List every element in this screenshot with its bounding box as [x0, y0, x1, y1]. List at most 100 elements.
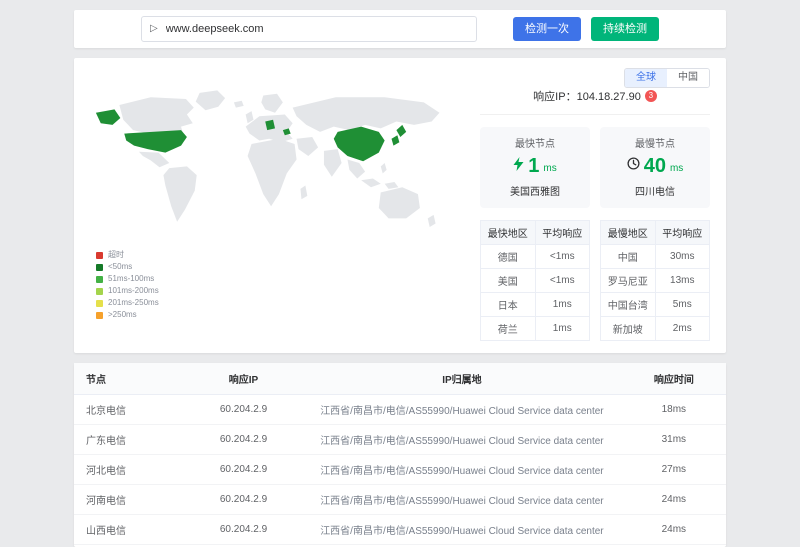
result-body: 超时 <50ms 51ms-100ms 101ms-200ms 201ms-250ms >…	[90, 86, 710, 341]
response-time: 27ms	[622, 455, 726, 485]
mini-table-cell: 30ms	[655, 245, 710, 269]
header-node: 节点	[74, 363, 185, 395]
mini-table-cell: 德国	[481, 245, 536, 269]
legend-swatch	[96, 264, 103, 271]
node-table-header-row: 节点 响应IP IP归属地 响应时间	[74, 363, 726, 395]
response-ip-value: 104.18.27.90	[577, 91, 641, 103]
mini-table-row: 中国台湾5ms	[601, 293, 710, 317]
legend-item: >250ms	[96, 310, 462, 320]
legend: 超时 <50ms 51ms-100ms 101ms-200ms 201ms-250ms >…	[90, 250, 462, 320]
response-ip: 60.204.2.9	[185, 455, 302, 485]
ip-location: 江西省/南昌市/电信/AS55990/Huawei Cloud Service …	[302, 485, 621, 515]
mini-table-row: 美国<1ms	[481, 269, 590, 293]
mini-table-row: 新加坡2ms	[601, 317, 710, 341]
slowest-node-title: 最慢节点	[604, 135, 706, 150]
response-time: 24ms	[622, 485, 726, 515]
node-table-row: 河北电信60.204.2.9江西省/南昌市/电信/AS55990/Huawei …	[74, 455, 726, 485]
node-name: 山西电信	[74, 515, 185, 545]
mini-table-header: 最慢地区	[601, 221, 656, 245]
legend-label: 101ms-200ms	[108, 286, 159, 296]
url-input[interactable]	[164, 22, 468, 36]
ip-location: 江西省/南昌市/电信/AS55990/Huawei Cloud Service …	[302, 455, 621, 485]
mini-table-header: 平均响应	[655, 221, 710, 245]
response-ip: 60.204.2.9	[185, 515, 302, 545]
mini-table-cell: 日本	[481, 293, 536, 317]
continuous-test-button[interactable]: 持续检测	[591, 17, 659, 41]
fastest-ms: 1	[528, 156, 539, 176]
header-ip-location: IP归属地	[302, 363, 621, 395]
mini-table-cell: 中国台湾	[601, 293, 656, 317]
header-response-time: 响应时间	[622, 363, 726, 395]
fastest-regions-table: 最快地区平均响应德国<1ms美国<1ms日本1ms荷兰1ms	[480, 220, 590, 341]
mini-table-row: 罗马尼亚13ms	[601, 269, 710, 293]
ip-count-badge[interactable]: 3	[645, 90, 657, 102]
slowest-unit: ms	[670, 163, 683, 176]
fastest-node-card: 最快节点 1 ms 美国西雅图	[480, 127, 590, 208]
mini-table-header-row: 最快地区平均响应	[481, 221, 590, 245]
clock-icon	[627, 157, 640, 175]
fastest-location: 美国西雅图	[484, 183, 586, 198]
lightning-icon	[513, 157, 524, 176]
mini-table-cell: 5ms	[655, 293, 710, 317]
action-buttons: 检测一次 持续检测	[513, 17, 659, 41]
response-ip-label: 响应IP：	[533, 91, 576, 103]
legend-swatch	[96, 276, 103, 283]
result-card: 全球 中国	[74, 58, 726, 353]
mini-table-cell: 美国	[481, 269, 536, 293]
legend-item: <50ms	[96, 262, 462, 272]
search-bar: ▷ 检测一次 持续检测	[74, 10, 726, 48]
mini-table-cell: 中国	[601, 245, 656, 269]
mini-table-header: 平均响应	[535, 221, 590, 245]
legend-item: 201ms-250ms	[96, 298, 462, 308]
mini-table-cell: 2ms	[655, 317, 710, 341]
response-ip: 60.204.2.9	[185, 425, 302, 455]
slowest-ms: 40	[644, 156, 666, 176]
mini-table-cell: 荷兰	[481, 317, 536, 341]
legend-label: 201ms-250ms	[108, 298, 159, 308]
slowest-location: 四川电信	[604, 183, 706, 198]
response-ip-line: 响应IP：104.18.27.90 3	[480, 88, 710, 115]
node-name: 北京电信	[74, 395, 185, 425]
mini-table-cell: 13ms	[655, 269, 710, 293]
legend-swatch	[96, 288, 103, 295]
tab-global[interactable]: 全球	[625, 69, 667, 87]
mini-table-row: 德国<1ms	[481, 245, 590, 269]
scope-tabs: 全球 中国	[624, 68, 710, 88]
legend-swatch	[96, 312, 103, 319]
ip-location: 江西省/南昌市/电信/AS55990/Huawei Cloud Service …	[302, 425, 621, 455]
legend-label: 超时	[108, 250, 124, 260]
region-tables: 最快地区平均响应德国<1ms美国<1ms日本1ms荷兰1ms 最慢地区平均响应中…	[480, 220, 710, 341]
legend-swatch	[96, 252, 103, 259]
legend-label: <50ms	[108, 262, 132, 272]
response-ip: 60.204.2.9	[185, 395, 302, 425]
world-map	[90, 86, 462, 246]
node-table-body: 北京电信60.204.2.9江西省/南昌市/电信/AS55990/Huawei …	[74, 395, 726, 545]
fastest-node-value: 1 ms	[484, 156, 586, 176]
url-input-box[interactable]: ▷	[141, 16, 477, 42]
mini-table-row: 荷兰1ms	[481, 317, 590, 341]
node-table-row: 河南电信60.204.2.9江西省/南昌市/电信/AS55990/Huawei …	[74, 485, 726, 515]
legend-label: 51ms-100ms	[108, 274, 154, 284]
mini-table-cell: 1ms	[535, 317, 590, 341]
play-icon: ▷	[150, 24, 158, 34]
mini-table-cell: <1ms	[535, 245, 590, 269]
legend-item: 超时	[96, 250, 462, 260]
mini-table-row: 中国30ms	[601, 245, 710, 269]
fastest-unit: ms	[543, 163, 556, 176]
node-name: 河北电信	[74, 455, 185, 485]
node-table-row: 北京电信60.204.2.9江西省/南昌市/电信/AS55990/Huawei …	[74, 395, 726, 425]
legend-swatch	[96, 300, 103, 307]
mini-table-cell: 罗马尼亚	[601, 269, 656, 293]
mini-table-header-row: 最慢地区平均响应	[601, 221, 710, 245]
slowest-node-card: 最慢节点 40 ms 四川电信	[600, 127, 710, 208]
mini-table-cell: <1ms	[535, 269, 590, 293]
ip-location: 江西省/南昌市/电信/AS55990/Huawei Cloud Service …	[302, 515, 621, 545]
node-table-row: 广东电信60.204.2.9江西省/南昌市/电信/AS55990/Huawei …	[74, 425, 726, 455]
node-name: 广东电信	[74, 425, 185, 455]
test-once-button[interactable]: 检测一次	[513, 17, 581, 41]
legend-item: 101ms-200ms	[96, 286, 462, 296]
map-column: 超时 <50ms 51ms-100ms 101ms-200ms 201ms-250ms >…	[90, 86, 462, 341]
tab-china[interactable]: 中国	[667, 69, 709, 87]
node-table-row: 山西电信60.204.2.9江西省/南昌市/电信/AS55990/Huawei …	[74, 515, 726, 545]
ip-location: 江西省/南昌市/电信/AS55990/Huawei Cloud Service …	[302, 395, 621, 425]
